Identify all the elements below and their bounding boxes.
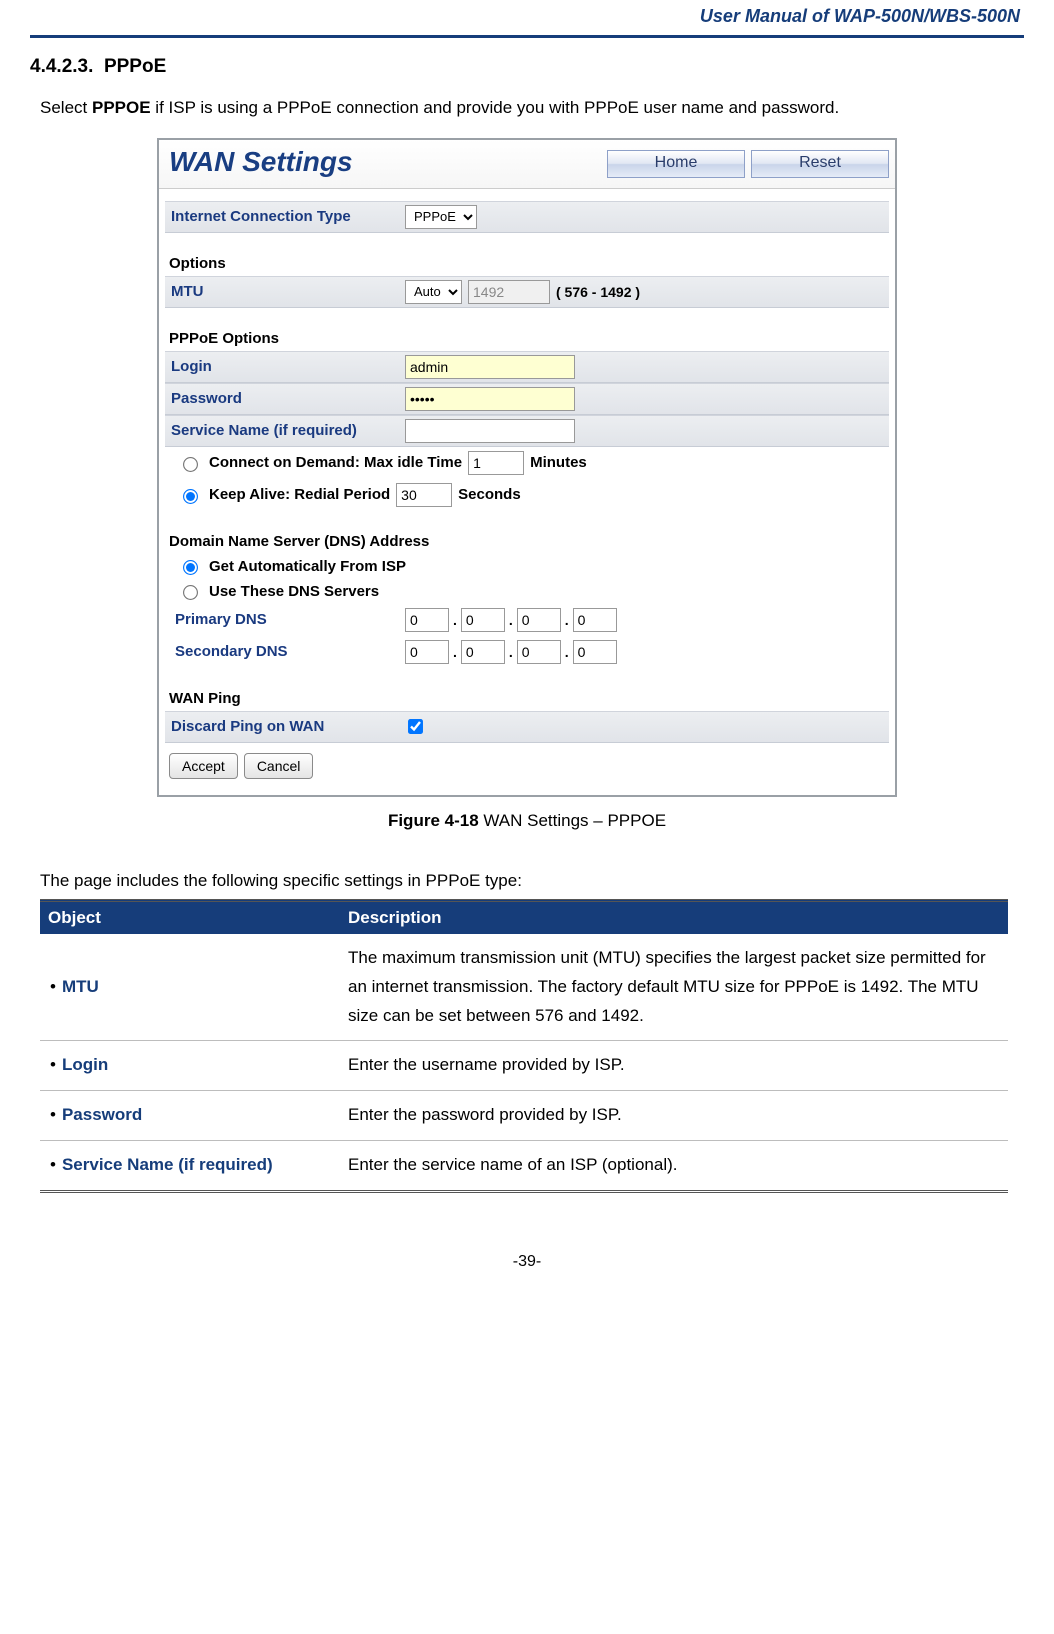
settings-table: Object Description •MTU The maximum tran… (40, 899, 1008, 1193)
object-cell: •Password (40, 1091, 340, 1141)
table-header-row: Object Description (40, 900, 1008, 934)
cod-minutes-input[interactable] (468, 451, 524, 475)
mtu-label: MTU (165, 283, 405, 300)
password-input[interactable] (405, 387, 575, 411)
pppoe-options-heading: PPPoE Options (165, 308, 889, 351)
dns-auto-label: Get Automatically From ISP (209, 558, 406, 575)
intro-pre: Select (40, 98, 92, 117)
password-label: Password (165, 390, 405, 407)
page-number: -39- (30, 1253, 1024, 1271)
discard-ping-checkbox[interactable] (408, 719, 423, 734)
figure-caption: Figure 4-18 WAN Settings – PPPOE (30, 811, 1024, 831)
ka-seconds-input[interactable] (396, 483, 452, 507)
section-title: PPPoE (104, 56, 166, 77)
secondary-dns-oct3[interactable] (517, 640, 561, 664)
mtu-value-input[interactable] (468, 280, 550, 304)
mtu-range-text: ( 576 - 1492 ) (556, 284, 640, 300)
mtu-row: MTU Auto ( 576 - 1492 ) (165, 276, 889, 308)
keep-alive-radio[interactable] (183, 489, 198, 504)
service-name-label: Service Name (if required) (165, 422, 405, 439)
dot-icon: . (509, 644, 513, 660)
intro-bold: PPPOE (92, 98, 151, 117)
connect-on-demand-row: Connect on Demand: Max idle Time Minutes (165, 447, 889, 479)
dns-use-radio[interactable] (183, 585, 198, 600)
screenshot-panel: WAN Settings Home Reset Internet Connect… (157, 138, 897, 797)
primary-dns-oct1[interactable] (405, 608, 449, 632)
object-cell: •MTU (40, 934, 340, 1041)
description-cell: The maximum transmission unit (MTU) spec… (340, 934, 1008, 1041)
dot-icon: . (565, 644, 569, 660)
reset-button[interactable]: Reset (751, 150, 889, 178)
discard-ping-label: Discard Ping on WAN (165, 718, 405, 735)
accept-button[interactable]: Accept (169, 753, 238, 779)
object-name: Login (62, 1055, 108, 1074)
table-header-description: Description (340, 900, 1008, 934)
secondary-dns-oct1[interactable] (405, 640, 449, 664)
primary-dns-oct2[interactable] (461, 608, 505, 632)
primary-dns-oct4[interactable] (573, 608, 617, 632)
ka-label-pre: Keep Alive: Redial Period (209, 486, 390, 503)
primary-dns-row: Primary DNS . . . (175, 604, 889, 636)
login-label: Login (165, 358, 405, 375)
connection-type-select[interactable]: PPPoE (405, 205, 477, 229)
doc-header-title: User Manual of WAP-500N/WBS-500N (30, 0, 1024, 38)
dot-icon: . (509, 612, 513, 628)
secondary-dns-oct2[interactable] (461, 640, 505, 664)
dns-auto-row: Get Automatically From ISP (165, 554, 889, 579)
wan-ping-heading: WAN Ping (165, 668, 889, 711)
password-row: Password (165, 383, 889, 415)
dot-icon: . (565, 612, 569, 628)
connection-type-row: Internet Connection Type PPPoE (165, 201, 889, 233)
object-name: Password (62, 1105, 142, 1124)
mtu-mode-select[interactable]: Auto (405, 280, 462, 304)
cod-label-pre: Connect on Demand: Max idle Time (209, 454, 462, 471)
discard-ping-row: Discard Ping on WAN (165, 711, 889, 743)
connection-type-label: Internet Connection Type (165, 208, 405, 225)
secondary-dns-oct4[interactable] (573, 640, 617, 664)
keep-alive-row: Keep Alive: Redial Period Seconds (165, 479, 889, 511)
action-row: Accept Cancel (165, 743, 889, 785)
service-name-row: Service Name (if required) (165, 415, 889, 447)
description-cell: Enter the password provided by ISP. (340, 1091, 1008, 1141)
dns-use-label: Use These DNS Servers (209, 583, 379, 600)
wan-settings-title: WAN Settings (167, 144, 601, 184)
cod-label-post: Minutes (530, 454, 587, 471)
primary-dns-oct3[interactable] (517, 608, 561, 632)
caption-bold: Figure 4-18 (388, 811, 479, 830)
table-row: •Service Name (if required) Enter the se… (40, 1141, 1008, 1192)
service-name-input[interactable] (405, 419, 575, 443)
dns-use-row: Use These DNS Servers (165, 579, 889, 604)
table-row: •MTU The maximum transmission unit (MTU)… (40, 934, 1008, 1041)
section-heading: 4.4.2.3. PPPoE (30, 56, 1024, 78)
intro-text: Select PPPOE if ISP is using a PPPoE con… (40, 96, 1024, 120)
dot-icon: . (453, 612, 457, 628)
login-row: Login (165, 351, 889, 383)
settings-lead-text: The page includes the following specific… (40, 871, 1024, 891)
dns-auto-radio[interactable] (183, 560, 198, 575)
secondary-dns-label: Secondary DNS (175, 643, 405, 660)
caption-rest: WAN Settings – PPPOE (479, 811, 666, 830)
object-name: MTU (62, 977, 99, 996)
primary-dns-label: Primary DNS (175, 611, 405, 628)
options-heading: Options (165, 233, 889, 276)
wan-title-row: WAN Settings Home Reset (159, 140, 895, 189)
home-button[interactable]: Home (607, 150, 745, 178)
dot-icon: . (453, 644, 457, 660)
cancel-button[interactable]: Cancel (244, 753, 314, 779)
connect-on-demand-radio[interactable] (183, 457, 198, 472)
object-cell: •Login (40, 1041, 340, 1091)
object-name: Service Name (if required) (62, 1155, 273, 1174)
table-row: •Login Enter the username provided by IS… (40, 1041, 1008, 1091)
description-cell: Enter the service name of an ISP (option… (340, 1141, 1008, 1192)
table-row: •Password Enter the password provided by… (40, 1091, 1008, 1141)
secondary-dns-row: Secondary DNS . . . (175, 636, 889, 668)
table-header-object: Object (40, 900, 340, 934)
intro-post: if ISP is using a PPPoE connection and p… (151, 98, 840, 117)
object-cell: •Service Name (if required) (40, 1141, 340, 1192)
ka-label-post: Seconds (458, 486, 521, 503)
description-cell: Enter the username provided by ISP. (340, 1041, 1008, 1091)
section-number: 4.4.2.3. (30, 56, 93, 77)
login-input[interactable] (405, 355, 575, 379)
dns-heading: Domain Name Server (DNS) Address (165, 511, 889, 554)
